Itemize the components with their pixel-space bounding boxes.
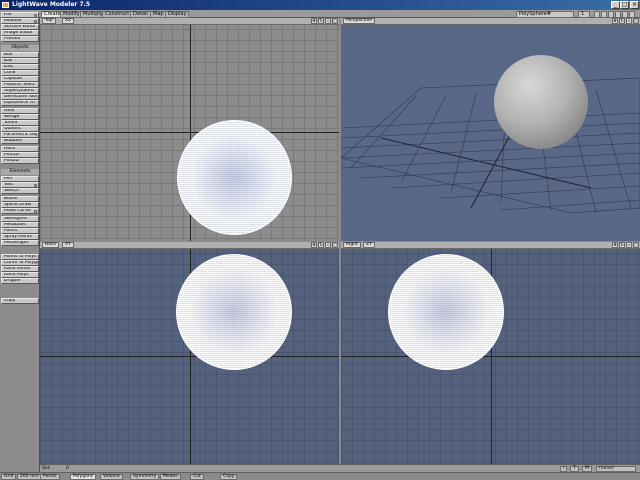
layer-box-6[interactable]: [629, 11, 635, 18]
viewport-right-header: Right ZY ✥ ↻ ⌕ □: [341, 242, 640, 249]
viewport-right-mode[interactable]: ZY: [363, 242, 375, 248]
grid-size: 200 mm: [17, 474, 42, 480]
tab-display[interactable]: Display: [165, 11, 190, 18]
tool-sketch[interactable]: Sketch: [1, 188, 39, 194]
zoom-view-icon[interactable]: ⌕: [325, 242, 331, 248]
copy-bottom-button[interactable]: Copy: [220, 474, 238, 480]
tool-dripple[interactable]: Dripple: [1, 278, 39, 284]
elements-header: Elements: [1, 169, 39, 175]
mode-polygons[interactable]: Polygons: [70, 474, 97, 480]
tool-panel: File Modeler Surface Editor Image Editor…: [0, 12, 40, 472]
tool-plot2d[interactable]: Plot2D: [1, 158, 39, 164]
minimize-button[interactable]: _: [611, 1, 620, 9]
layer-box-3[interactable]: [608, 11, 614, 18]
sphere-wireframe[interactable]: [176, 254, 292, 370]
modes-menu[interactable]: Modes: [160, 474, 181, 480]
rotate-view-icon[interactable]: ↻: [619, 242, 625, 248]
viewport-back[interactable]: Back XY ✥ ↻ ⌕ □: [40, 242, 339, 464]
selection-count: 0: [66, 466, 69, 471]
viewport-top-header: Top XZ ✥ ↻ ⌕ □: [40, 18, 339, 25]
layer-box-4[interactable]: [615, 11, 621, 18]
tool-equilateral-tri[interactable]: Equilateral Tri: [1, 100, 39, 106]
sphere-wireframe[interactable]: [388, 254, 504, 370]
mode-bar: Grid 200 mm Points Polygons Volume Symme…: [0, 472, 640, 480]
mode-volume[interactable]: Volume: [100, 474, 123, 480]
maximize-view-icon[interactable]: □: [332, 18, 338, 24]
zoom-view-icon[interactable]: ⌕: [325, 18, 331, 24]
symmetry-toggle[interactable]: Symmetry: [130, 474, 160, 480]
viewport-top-label[interactable]: Top: [42, 18, 56, 24]
viewport-perspective[interactable]: Perspective ✥ ↻ ⌕ □: [341, 18, 640, 241]
viewport-back-mode[interactable]: XY: [62, 242, 74, 248]
layer-box-5[interactable]: [622, 11, 628, 18]
viewport-back-label[interactable]: Back: [42, 242, 59, 248]
sphere-wireframe[interactable]: [177, 120, 292, 235]
zoom-view-icon[interactable]: ⌕: [626, 242, 632, 248]
viewport-right-controls: ✥ ↻ ⌕ □: [612, 242, 639, 248]
app-icon: [2, 2, 9, 8]
tab-construct[interactable]: Construct: [102, 11, 133, 18]
selection-label: Sel:: [42, 466, 51, 471]
rotate-view-icon[interactable]: ↻: [318, 18, 324, 24]
move-view-icon[interactable]: ✥: [311, 18, 317, 24]
tab-detail[interactable]: Detail: [130, 11, 151, 18]
move-view-icon[interactable]: ✥: [612, 242, 618, 248]
move-view-icon[interactable]: ✥: [311, 242, 317, 248]
viewport-back-header: Back XY ✥ ↻ ⌕ □: [40, 242, 339, 249]
viewport-top-controls: ✥ ↻ ⌕ □: [311, 18, 338, 24]
viewport-top-mode[interactable]: XZ: [62, 18, 75, 24]
object-dropdown[interactable]: PolySphere#: [516, 11, 574, 18]
layer-box-1[interactable]: [594, 11, 600, 18]
copy-button[interactable]: Copy: [1, 298, 39, 304]
viewport-right-label[interactable]: Right: [343, 242, 361, 248]
maximize-view-icon[interactable]: □: [633, 242, 639, 248]
maximize-button[interactable]: □: [620, 1, 629, 9]
perspective-grid: [341, 77, 640, 214]
cut-button[interactable]: Cut: [190, 474, 204, 480]
viewport-top[interactable]: Top XZ ✥ ↻ ⌕ □: [40, 18, 339, 241]
tab-bar: Create Modify Multiply Construct Detail …: [0, 10, 640, 18]
grid-label: Grid: [1, 474, 17, 480]
maximize-view-icon[interactable]: □: [332, 242, 338, 248]
objects-header: Objects: [1, 45, 39, 51]
tool-metaedges[interactable]: Metaedges: [1, 240, 39, 246]
status-bar: Sel: 0 i T M (none): [40, 464, 640, 472]
layer-box-2[interactable]: [601, 11, 607, 18]
close-button[interactable]: ×: [630, 1, 639, 9]
rotate-view-icon[interactable]: ↻: [318, 242, 324, 248]
viewport-right[interactable]: Right ZY ✥ ↻ ⌕ □: [341, 242, 640, 464]
layer-dropdown[interactable]: 1: [578, 11, 590, 18]
viewport-back-controls: ✥ ↻ ⌕ □: [311, 242, 338, 248]
mode-points[interactable]: Points: [40, 474, 60, 480]
title-bar: LightWave Modeler 7.5: [0, 0, 640, 10]
tool-make-curve[interactable]: Make Curve: [1, 208, 39, 214]
presets-button[interactable]: Presets: [1, 36, 39, 42]
sphere-shaded[interactable]: [494, 55, 588, 149]
window-title: LightWave Modeler 7.5: [12, 1, 91, 8]
tool-bubbles[interactable]: Bubbles: [1, 138, 39, 144]
